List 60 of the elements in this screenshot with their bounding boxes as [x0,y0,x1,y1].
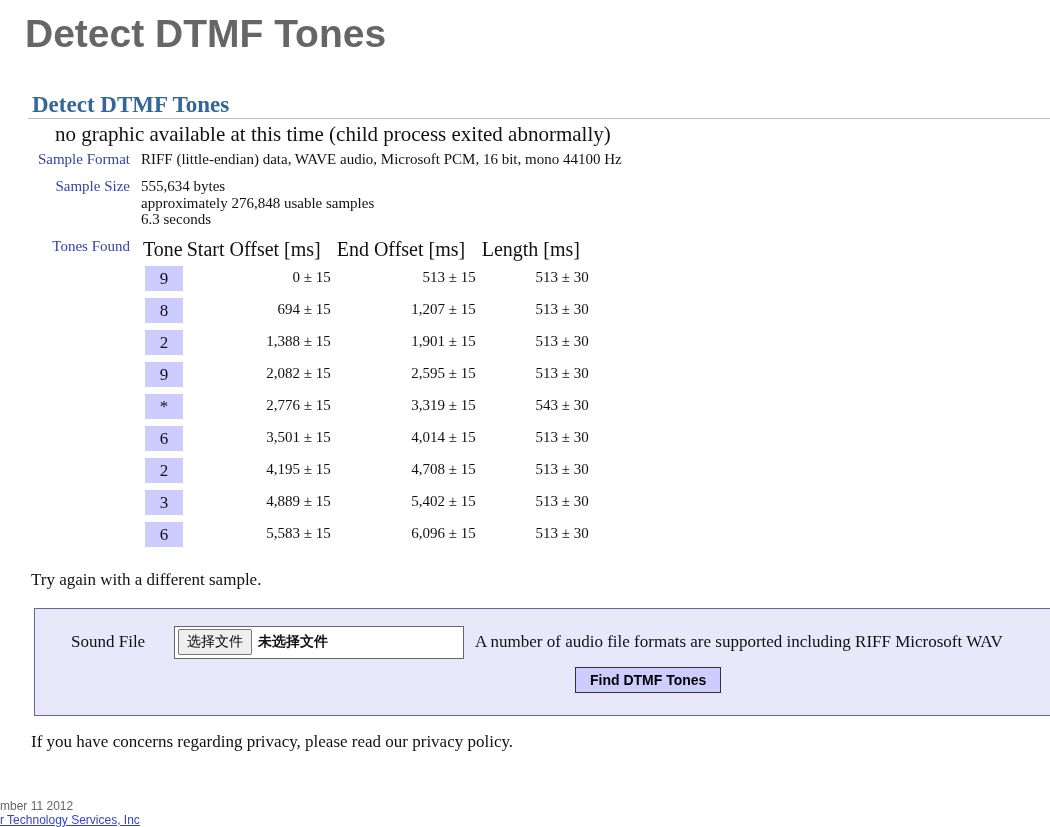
tone-cell: 2 [145,329,183,355]
table-cell-text: 694 ± 15 [276,301,332,318]
table-cell-text: 1,901 ± 15 [410,333,477,350]
table-cell-text: 2,776 ± 15 [265,397,332,414]
detail-value: approximately 276,848 usable samples [141,194,375,211]
format-hint: A number of audio file formats are supported including RIFF Microsoft WAV [475,632,1003,652]
table-cell-text: 4,708 ± 15 [410,461,477,478]
notice-text: no graphic available at this time (child process exited abnormally) [55,121,612,147]
tone-cell: 6 [145,521,183,547]
table-cell-text: 543 ± 30 [534,397,590,414]
table-cell-text: 4,014 ± 15 [410,429,477,446]
table-cell-text: 5,402 ± 15 [410,493,477,510]
table-cell-text: 1,388 ± 15 [265,333,332,350]
tone-cell: 6 [145,425,183,451]
column-header: Start Offset [ms] [185,236,322,262]
tone-cell: 9 [145,265,183,291]
tone-cell: 9 [145,361,183,387]
table-cell-text: 4,195 ± 15 [265,461,332,478]
table-cell-text: 513 ± 30 [534,493,590,510]
file-status: 未选择文件 [258,633,328,651]
detail-value: RIFF (little-endian) data, WAVE audio, Microsoft PCM, 16 bit, mono 44100 Hz [141,151,622,168]
tone-cell: 2 [145,457,183,483]
table-cell-text: 513 ± 30 [534,461,590,478]
tone-cell: * [145,393,183,419]
table-cell-text: 3,501 ± 15 [265,429,332,446]
company-link[interactable]: r Technology Services, Inc [0,813,1050,827]
table-cell-text: 4,889 ± 15 [265,493,332,510]
field-label: Sound File [71,632,147,652]
detail-label: Sample Format [36,151,130,168]
column-header: Length [ms] [480,236,581,262]
section-title: Detect DTMF Tones [28,92,1050,119]
table-cell-text: 3,319 ± 15 [410,397,477,414]
column-header: End Offset [ms] [335,236,467,262]
detail-value: 555,634 bytes [141,178,227,195]
table-cell-text: 513 ± 30 [534,365,590,382]
page-title: Detect DTMF Tones [25,12,388,56]
table-cell-text: 513 ± 30 [534,301,590,318]
table-cell-text: 513 ± 30 [534,525,590,542]
footer-date: mber 11 2012 [0,799,75,813]
table-cell-text: 0 ± 15 [291,269,332,286]
tone-cell: 8 [145,297,183,323]
detail-value: 6.3 seconds [141,211,212,228]
find-tones-button[interactable]: Find DTMF Tones [575,666,722,693]
detail-label: Tones Found [51,237,130,256]
tone-cell: 3 [145,489,183,515]
table-cell-text: 513 ± 30 [534,333,590,350]
table-cell-text: 1,207 ± 15 [410,301,477,318]
table-cell-text: 5,583 ± 15 [265,525,332,542]
column-header: Tone [142,236,184,262]
table-cell-text: 513 ± 30 [534,269,590,286]
table-cell-text: 513 ± 15 [421,269,477,286]
table-cell-text: 2,082 ± 15 [265,365,332,382]
choose-file-button[interactable]: 选择文件 [178,629,252,655]
table-cell-text: 6,096 ± 15 [410,525,477,542]
table-cell-text: 2,595 ± 15 [410,365,477,382]
privacy-text: If you have concerns regarding privacy, please read our privacy policy. [31,731,515,752]
table-cell-text: 513 ± 30 [534,429,590,446]
retry-text: Try again with a different sample. [31,569,263,590]
file-input-field[interactable]: 选择文件 未选择文件 [174,625,464,659]
detail-label: Sample Size [54,178,130,196]
